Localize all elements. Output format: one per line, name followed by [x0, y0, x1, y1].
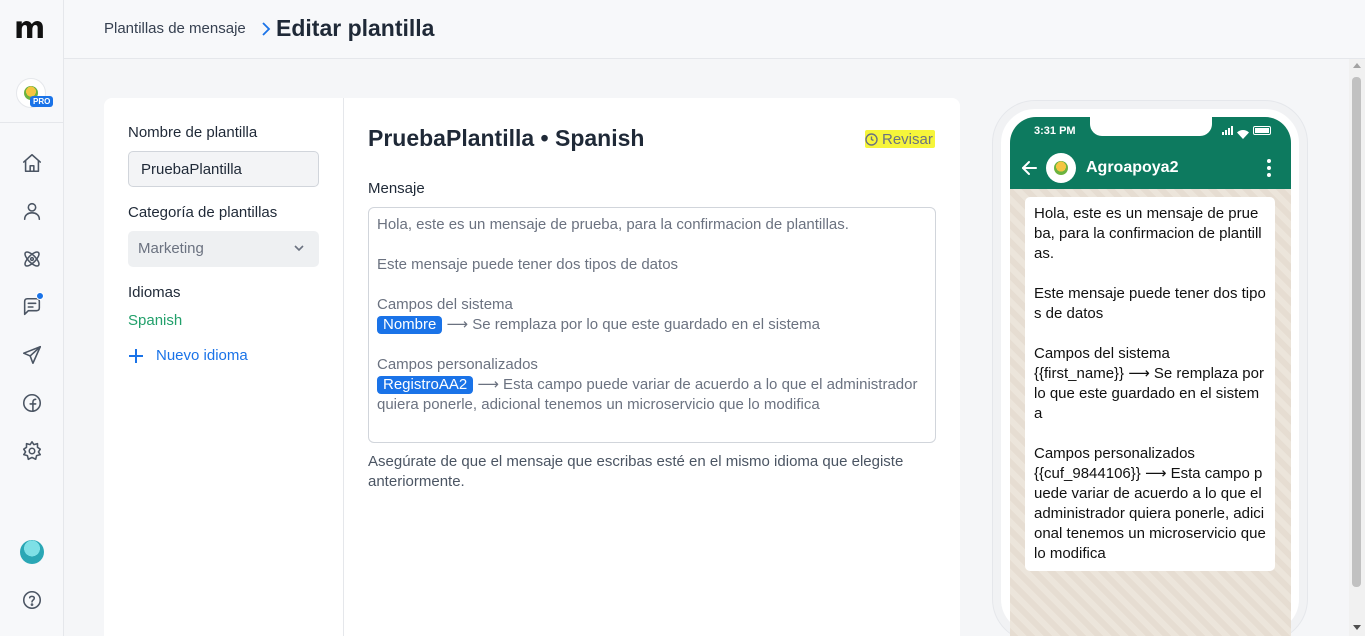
pro-badge: PRO: [30, 96, 54, 107]
signal-icon: [1222, 126, 1233, 135]
message-label: Mensaje: [368, 180, 425, 197]
clock-icon: [865, 132, 878, 146]
page-scrollbar[interactable]: [1349, 59, 1365, 636]
category-label: Categoría de plantillas: [128, 204, 278, 221]
sidebar-divider: [0, 122, 64, 123]
app-logo[interactable]: m: [14, 14, 50, 44]
scroll-up-arrow-icon[interactable]: [1353, 63, 1361, 68]
contacts-icon[interactable]: [20, 199, 44, 223]
message-line: Campos personalizados: [377, 356, 538, 373]
integrations-icon[interactable]: [20, 247, 44, 271]
bubble-line: Este mensaje puede tener dos tipos de da…: [1034, 285, 1266, 322]
template-name-input[interactable]: PruebaPlantilla: [128, 151, 319, 187]
variable-chip-nombre[interactable]: Nombre: [377, 316, 443, 334]
more-vertical-icon: [1266, 159, 1272, 177]
status-badge: Revisar: [865, 130, 935, 148]
template-title: PruebaPlantilla • Spanish: [368, 125, 645, 151]
language-item-spanish[interactable]: Spanish: [128, 312, 182, 329]
scroll-down-arrow-icon[interactable]: [1353, 625, 1361, 630]
bubble-line: Campos del sistema: [1034, 345, 1170, 362]
chat-header: Agroapoya2: [1010, 147, 1291, 189]
bubble-line: Campos personalizados: [1034, 445, 1195, 462]
home-icon[interactable]: [20, 151, 44, 175]
contact-avatar: [1046, 153, 1076, 183]
bubble-line: {{first_name}} ⟶ Se remplaza por lo que …: [1034, 365, 1264, 422]
notification-dot: [36, 292, 44, 300]
plus-icon: [128, 348, 144, 364]
bubble-line: Hola, este es un mensaje de prueba, para…: [1034, 205, 1262, 262]
contact-name: Agroapoya2: [1086, 159, 1179, 176]
chevron-down-icon[interactable]: [292, 241, 306, 255]
add-language-label: Nuevo idioma: [156, 347, 248, 364]
chevron-right-icon: [260, 20, 272, 38]
status-time: 3:31 PM: [1034, 125, 1076, 137]
help-icon[interactable]: [20, 588, 44, 612]
language-hint: Asegúrate de que el mensaje que escribas…: [368, 453, 904, 490]
message-line: ⟶ Se remplaza por lo que este guardado e…: [446, 316, 820, 333]
back-arrow-icon: [1020, 159, 1038, 177]
user-avatar[interactable]: [20, 540, 44, 564]
bubble-line: {{cuf_9844106}} ⟶ Esta campo puede varia…: [1034, 465, 1266, 562]
send-icon[interactable]: [20, 343, 44, 367]
whatsapp-preview: 3:31 PM Agroapoya2 Hola, este es un mens…: [1010, 117, 1291, 636]
page-title: Editar plantilla: [276, 15, 435, 41]
breadcrumb-templates[interactable]: Plantillas de mensaje: [104, 20, 246, 37]
languages-label: Idiomas: [128, 284, 181, 301]
facebook-icon[interactable]: [20, 391, 44, 415]
message-line: Este mensaje puede tener dos tipos de da…: [377, 256, 679, 273]
category-select[interactable]: Marketing: [128, 231, 319, 267]
battery-icon: [1253, 126, 1271, 135]
phone-notch: [1090, 117, 1212, 136]
settings-icon[interactable]: [20, 439, 44, 463]
message-bubble: Hola, este es un mensaje de prueba, para…: [1025, 197, 1275, 571]
brand-logo-icon: [1054, 161, 1068, 175]
top-header: Plantillas de mensaje Editar plantilla: [64, 0, 1365, 59]
template-name-label: Nombre de plantilla: [128, 124, 258, 141]
card-divider: [343, 98, 344, 636]
scroll-thumb[interactable]: [1352, 77, 1361, 587]
variable-chip-registro[interactable]: RegistroAA2: [377, 376, 474, 394]
sidebar: m PRO: [0, 0, 64, 636]
phone-status-bar: 3:31 PM: [1010, 117, 1291, 147]
message-line: Campos del sistema: [377, 296, 513, 313]
wifi-icon: [1237, 126, 1249, 139]
message-textarea[interactable]: Hola, este es un mensaje de prueba, para…: [368, 207, 936, 443]
message-line: Hola, este es un mensaje de prueba, para…: [377, 216, 849, 233]
status-label: Revisar: [882, 130, 933, 148]
add-language-button[interactable]: Nuevo idioma: [128, 347, 248, 364]
